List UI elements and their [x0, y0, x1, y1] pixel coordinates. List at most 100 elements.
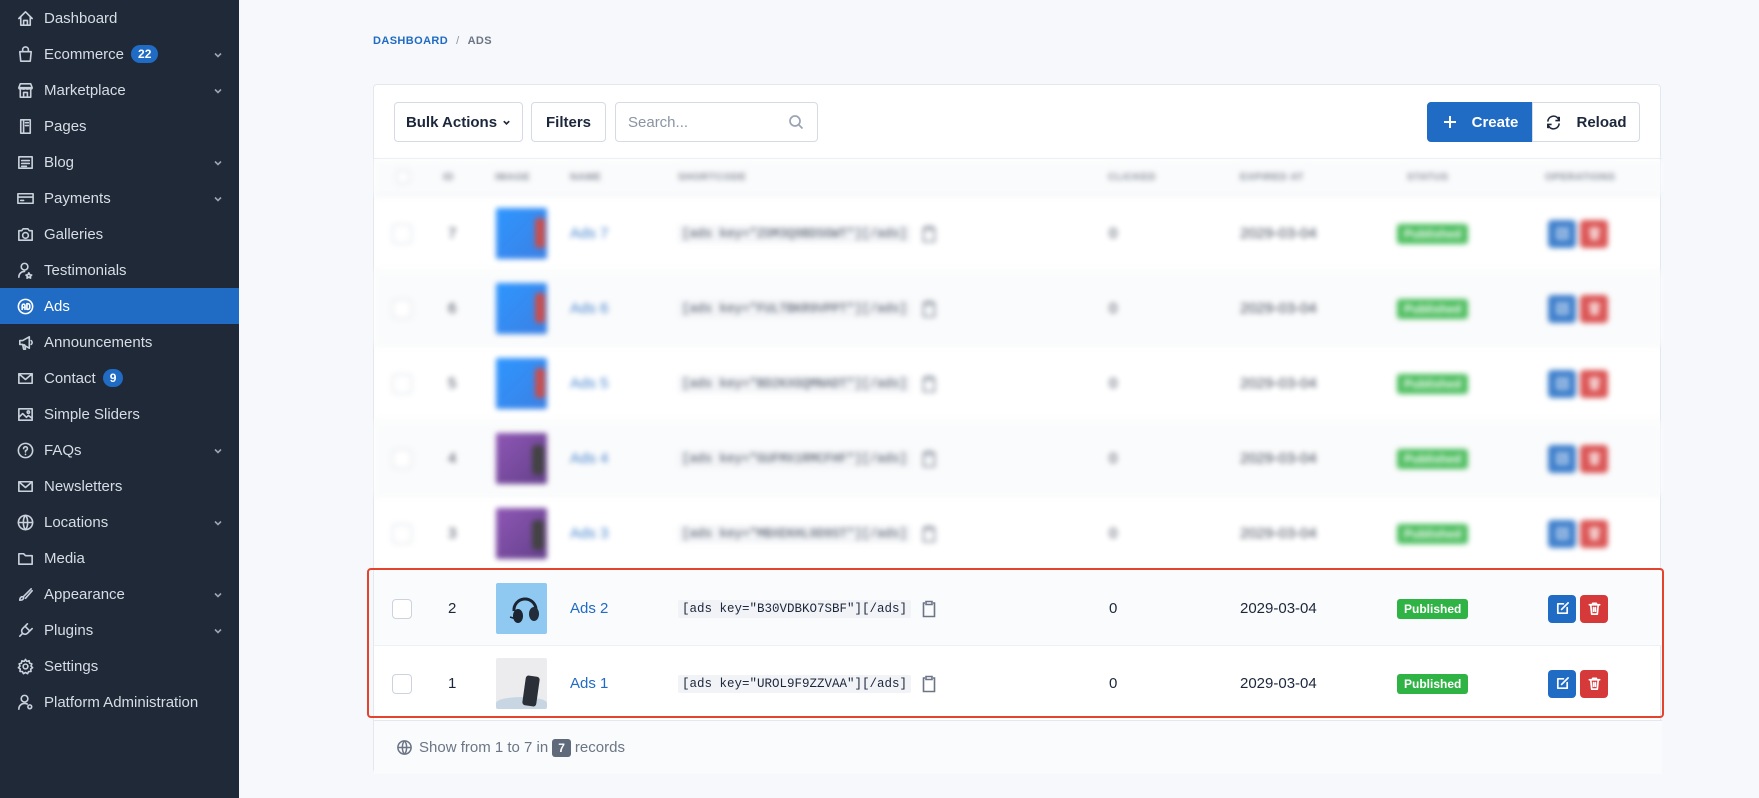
- sidebar-item-marketplace[interactable]: Marketplace: [0, 72, 239, 108]
- table-row[interactable]: 6 Ads 6 [ads key="FULTBKR9VPPT"][/ads] 0 202…: [374, 271, 1662, 346]
- clipboard-icon[interactable]: [921, 600, 937, 618]
- sidebar-item-payments[interactable]: Payments: [0, 180, 239, 216]
- record-count-badge: 7: [552, 738, 571, 757]
- table-row[interactable]: 2 Ads 2 [ads key="B30VDBKO7SBF"][/ads] 0 202…: [374, 571, 1662, 646]
- sidebar-item-label: Pages: [44, 117, 87, 135]
- delete-button[interactable]: [1580, 294, 1608, 323]
- filters-button[interactable]: Filters: [531, 102, 606, 142]
- sidebar-item-galleries[interactable]: Galleries: [0, 216, 239, 252]
- sidebar-item-pages[interactable]: Pages: [0, 108, 239, 144]
- store-icon: [16, 81, 35, 100]
- gear-icon: [16, 657, 35, 676]
- delete-button[interactable]: [1580, 444, 1608, 473]
- header-expired-at[interactable]: EXPIRED AT: [1240, 172, 1304, 183]
- select-all-checkbox[interactable]: [396, 170, 410, 184]
- table-row[interactable]: 7 Ads 7 [ads key="ZOM3Q9BDSGWT"][/ads] 0 202…: [374, 196, 1662, 271]
- trash-icon: [1588, 302, 1600, 315]
- delete-button[interactable]: [1580, 519, 1608, 548]
- table-row[interactable]: 3 Ads 3 [ads key="MBXEKHL9D9ST"][/ads] 0 202…: [374, 496, 1662, 571]
- edit-button[interactable]: [1548, 369, 1576, 398]
- row-checkbox[interactable]: [392, 298, 412, 319]
- sidebar-item-appearance[interactable]: Appearance: [0, 576, 239, 612]
- bulk-actions-button[interactable]: Bulk Actions: [394, 102, 523, 142]
- sidebar-item-announcements[interactable]: Announcements: [0, 324, 239, 360]
- edit-button[interactable]: [1548, 669, 1576, 698]
- edit-icon: [1556, 227, 1569, 240]
- sidebar-item-newsletters[interactable]: Newsletters: [0, 468, 239, 504]
- reload-button[interactable]: Reload: [1532, 102, 1640, 142]
- sidebar-item-testimonials[interactable]: Testimonials: [0, 252, 239, 288]
- delete-button[interactable]: [1580, 369, 1608, 398]
- ad-name-link[interactable]: Ads 5: [570, 375, 608, 392]
- sidebar-item-ecommerce[interactable]: Ecommerce 22: [0, 36, 239, 72]
- shopping-bag-icon: [16, 45, 35, 64]
- sidebar-item-label: Marketplace: [44, 81, 126, 99]
- clipboard-icon[interactable]: [921, 300, 937, 318]
- sidebar-item-ads[interactable]: Ads: [0, 288, 239, 324]
- ad-name-link[interactable]: Ads 7: [570, 225, 608, 242]
- sidebar-item-settings[interactable]: Settings: [0, 648, 239, 684]
- edit-button[interactable]: [1548, 294, 1576, 323]
- row-id: 7: [448, 225, 457, 242]
- sidebar-item-simple-sliders[interactable]: Simple Sliders: [0, 396, 239, 432]
- ad-shortcode: [ads key="MBXEKHL9D9ST"][/ads]: [678, 524, 912, 543]
- header-name[interactable]: NAME: [570, 172, 601, 183]
- ad-name-link[interactable]: Ads 2: [570, 600, 608, 617]
- expired-at: 2029-03-04: [1240, 300, 1317, 317]
- ad-shortcode: [ads key="FULTBKR9VPPT"][/ads]: [678, 299, 912, 318]
- sidebar-item-plugins[interactable]: Plugins: [0, 612, 239, 648]
- row-checkbox[interactable]: [392, 673, 412, 694]
- ad-name-link[interactable]: Ads 6: [570, 300, 608, 317]
- delete-button[interactable]: [1580, 669, 1608, 698]
- table-toolbar: Bulk Actions Filters Create Reload: [374, 85, 1662, 159]
- row-checkbox[interactable]: [392, 598, 412, 619]
- clipboard-icon[interactable]: [921, 450, 937, 468]
- delete-button[interactable]: [1580, 219, 1608, 248]
- row-checkbox[interactable]: [392, 523, 412, 544]
- clipboard-icon[interactable]: [921, 375, 937, 393]
- breadcrumb-dashboard-link[interactable]: DASHBOARD: [373, 35, 448, 47]
- sidebar-item-label: Testimonials: [44, 261, 127, 279]
- create-button[interactable]: Create: [1427, 102, 1533, 142]
- sidebar-item-label: Ads: [44, 297, 70, 315]
- header-status[interactable]: STATUS: [1407, 172, 1449, 183]
- row-checkbox[interactable]: [392, 223, 412, 244]
- sidebar-item-media[interactable]: Media: [0, 540, 239, 576]
- edit-button[interactable]: [1548, 444, 1576, 473]
- sidebar-item-blog[interactable]: Blog: [0, 144, 239, 180]
- edit-icon: [1556, 452, 1569, 465]
- clipboard-icon[interactable]: [921, 225, 937, 243]
- breadcrumb-separator: /: [456, 35, 460, 47]
- edit-button[interactable]: [1548, 219, 1576, 248]
- clipboard-icon[interactable]: [921, 525, 937, 543]
- edit-button[interactable]: [1548, 519, 1576, 548]
- trash-icon: [1588, 452, 1600, 465]
- row-checkbox[interactable]: [392, 448, 412, 469]
- header-id[interactable]: ID: [443, 172, 454, 183]
- edit-button[interactable]: [1548, 594, 1576, 623]
- row-id: 4: [448, 450, 457, 467]
- header-clicked[interactable]: CLICKED: [1108, 172, 1156, 183]
- clicked-count: 0: [1109, 675, 1118, 692]
- ad-name-link[interactable]: Ads 4: [570, 450, 608, 467]
- table-row[interactable]: 4 Ads 4 [ads key="GUFMX1RMCFHF"][/ads] 0 202…: [374, 421, 1662, 496]
- sidebar-item-faqs[interactable]: FAQs: [0, 432, 239, 468]
- chevron-down-icon: [213, 191, 223, 202]
- table-row[interactable]: 1 Ads 1 [ads key="UROL9F9ZZVAA"][/ads] 0 202…: [374, 646, 1662, 721]
- sidebar-item-locations[interactable]: Locations: [0, 504, 239, 540]
- clipboard-icon[interactable]: [921, 675, 937, 693]
- sidebar-item-dashboard[interactable]: Dashboard: [0, 0, 239, 36]
- sidebar-count-badge: 9: [102, 369, 124, 387]
- footer-prefix: Show from 1 to 7 in: [419, 739, 549, 756]
- ad-thumbnail: [496, 583, 547, 634]
- row-checkbox[interactable]: [392, 373, 412, 394]
- sidebar-item-label: Appearance: [44, 585, 125, 603]
- ad-name-link[interactable]: Ads 3: [570, 525, 608, 542]
- clicked-count: 0: [1109, 525, 1118, 542]
- delete-button[interactable]: [1580, 594, 1608, 623]
- table-row[interactable]: 5 Ads 5 [ads key="BD2KXGQMNADT"][/ads] 0 202…: [374, 346, 1662, 421]
- sidebar-item-platform-administration[interactable]: Platform Administration: [0, 684, 239, 720]
- ad-name-link[interactable]: Ads 1: [570, 675, 608, 692]
- sidebar-item-contact[interactable]: Contact 9: [0, 360, 239, 396]
- sidebar-item-label: Announcements: [44, 333, 153, 351]
